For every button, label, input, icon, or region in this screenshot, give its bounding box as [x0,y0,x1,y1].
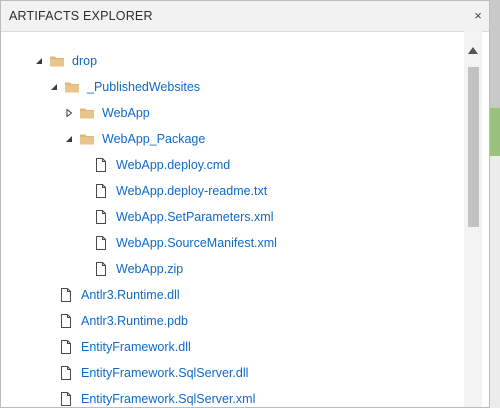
background-green-strip [490,108,500,156]
node-label: Antlr3.Runtime.pdb [81,314,189,328]
tree-node-file[interactable]: WebApp.deploy.cmd [93,154,230,176]
node-label: drop [72,54,98,68]
scroll-up-button[interactable] [464,43,482,57]
file-icon [58,391,74,407]
node-label: EntityFramework.dll [81,340,191,354]
file-icon [93,183,109,199]
dialog-title: ARTIFACTS EXPLORER [9,9,153,23]
artifacts-explorer-dialog: ARTIFACTS EXPLORER × drop _PublishedWebs… [0,0,490,408]
node-label: WebApp.SetParameters.xml [116,210,274,224]
tree-node-file[interactable]: EntityFramework.dll [58,336,191,358]
node-label: WebApp.deploy-readme.txt [116,184,268,198]
tree-node-file[interactable]: WebApp.SourceManifest.xml [93,232,277,254]
tree-node-file[interactable]: Antlr3.Runtime.dll [58,284,180,306]
file-icon [58,365,74,381]
tree-node-file[interactable]: Antlr3.Runtime.pdb [58,310,188,332]
node-label: Antlr3.Runtime.dll [81,288,180,302]
node-label: WebApp_Package [102,132,206,146]
artifacts-tree: drop _PublishedWebsites WebApp WebApp_Pa… [1,47,463,407]
node-label: WebApp.deploy.cmd [116,158,231,172]
close-icon: × [474,7,482,23]
node-label: WebApp.SourceManifest.xml [116,236,277,250]
file-icon [93,157,109,173]
node-label: _PublishedWebsites [87,80,201,94]
tree-node-webapp-package[interactable]: WebApp_Package [64,128,205,150]
chevron-up-icon [468,41,478,59]
file-icon [58,313,74,329]
tree-node-webapp[interactable]: WebApp [64,102,150,124]
tree-node-file[interactable]: EntityFramework.SqlServer.xml [58,388,256,407]
file-icon [93,261,109,277]
node-label: WebApp [102,106,150,120]
file-icon [58,287,74,303]
scrollbar-thumb[interactable] [468,67,479,227]
tree-node-file[interactable]: WebApp.deploy-readme.txt [93,180,267,202]
tree-node-published-websites[interactable]: _PublishedWebsites [49,76,200,98]
triangle-expanded-icon[interactable] [64,134,74,144]
folder-icon [79,105,95,121]
background-panel [490,156,500,408]
node-label: WebApp.zip [116,262,184,276]
tree-node-file[interactable]: WebApp.SetParameters.xml [93,206,273,228]
dialog-titlebar: ARTIFACTS EXPLORER × [1,1,489,32]
triangle-collapsed-icon[interactable] [64,108,74,118]
folder-icon [64,79,80,95]
node-label: EntityFramework.SqlServer.dll [81,366,249,380]
triangle-expanded-icon[interactable] [49,82,59,92]
triangle-expanded-icon[interactable] [34,56,44,66]
file-icon [58,339,74,355]
background-window [490,0,500,408]
tree-node-file[interactable]: WebApp.zip [93,258,183,280]
tree-node-drop[interactable]: drop [34,50,97,72]
close-button[interactable]: × [469,6,487,24]
file-icon [93,235,109,251]
folder-icon [79,131,95,147]
folder-icon [49,53,65,69]
vertical-scrollbar[interactable] [464,31,482,407]
tree-node-file[interactable]: EntityFramework.SqlServer.dll [58,362,248,384]
file-icon [93,209,109,225]
node-label: EntityFramework.SqlServer.xml [81,392,256,406]
